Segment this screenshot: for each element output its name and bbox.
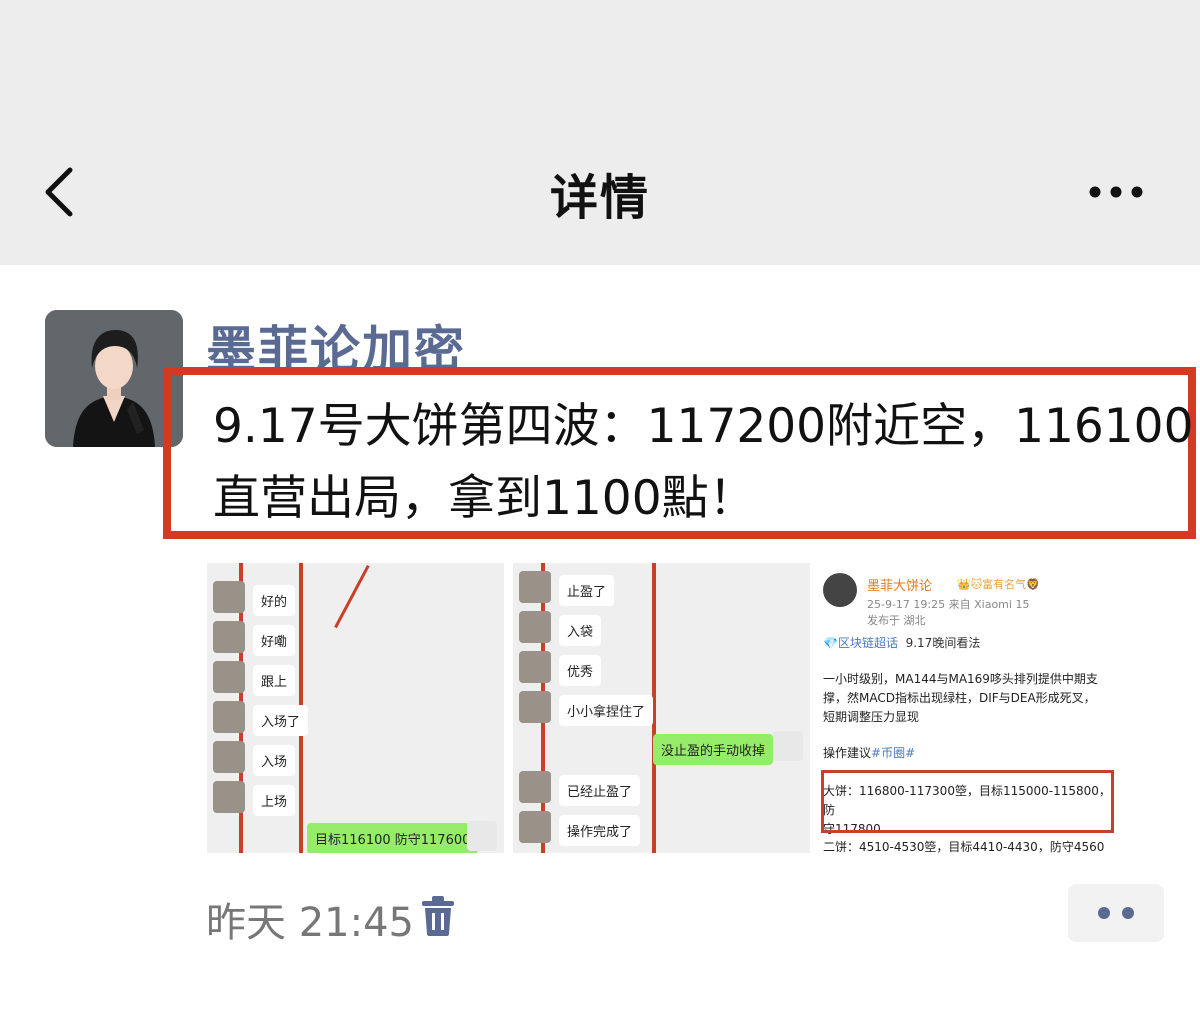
- dot-icon: [1122, 907, 1134, 919]
- chat-message: 入袋: [559, 615, 602, 646]
- chat-message: 入场了: [253, 705, 309, 736]
- weibo-username: 墨菲大饼论: [867, 579, 933, 594]
- chat-message: 止盈了: [559, 575, 615, 606]
- chat-message: 跟上: [253, 665, 296, 696]
- page-title: 详情: [549, 170, 650, 226]
- weibo-advice-label: 操作建议: [823, 746, 872, 760]
- chat-self-avatar: [773, 731, 803, 761]
- dot-icon: [1098, 907, 1110, 919]
- chat-message: 上场: [253, 785, 296, 816]
- weibo-topic: 💎区块链超话 9.17晚间看法: [823, 634, 980, 651]
- chat-message: 入场: [253, 745, 296, 776]
- chat-message: 小小拿捏住了: [559, 695, 654, 726]
- trash-icon[interactable]: [420, 896, 456, 936]
- weibo-meta: 25-9-17 19:25 来自 Xiaomi 15: [867, 598, 1030, 611]
- post-image-weibo[interactable]: 墨菲大饼论 👑🐱富有名气🦁 25-9-17 19:25 来自 Xiaomi 15…: [817, 563, 1117, 853]
- post-timestamp: 昨天 21:45: [206, 900, 414, 946]
- post-text-highlight-box: 9.17号大饼第四波：117200附近空，116100 直营出局，拿到1100點…: [163, 367, 1196, 539]
- weibo-text-line: 撑，然MACD指标出现绿柱，DIF与DEA形成死叉，: [823, 691, 1096, 705]
- chat-avatar: [213, 701, 245, 733]
- weibo-location: 发布于 湖北: [867, 614, 926, 627]
- weibo-advice: 操作建议#币圈#: [823, 744, 1115, 763]
- weibo-avatar: [823, 573, 857, 607]
- chat-avatar: [519, 771, 551, 803]
- chat-avatar: [213, 741, 245, 773]
- chat-avatar: [519, 691, 551, 723]
- chat-avatar: [213, 781, 245, 813]
- chat-message: 已经止盈了: [559, 775, 641, 806]
- post-text-line: 9.17号大饼第四波：117200附近空，116100: [213, 399, 1194, 454]
- chat-avatar: [213, 661, 245, 693]
- chat-message: 好的: [253, 585, 296, 616]
- chat-message: 优秀: [559, 655, 602, 686]
- chat-avatar: [519, 811, 551, 843]
- weibo-eth-plan: 二饼：4510-4530箜，目标4410-4430，防守4560: [823, 840, 1105, 853]
- post-image-chat-1[interactable]: 好的 好嘞 跟上 入场了 入场 上场 目标116100 防守117600: [207, 563, 504, 853]
- post-text: 9.17号大饼第四波：117200附近空，116100 直营出局，拿到1100點…: [213, 391, 1200, 535]
- red-highlight-box: [821, 770, 1114, 833]
- chat-message: 好嘞: [253, 625, 296, 656]
- weibo-topic-text: 9.17晚间看法: [905, 636, 981, 650]
- chat-message: 操作完成了: [559, 815, 641, 846]
- weibo-badges: 👑🐱富有名气🦁: [957, 578, 1040, 591]
- weibo-topic-link: 💎区块链超话: [823, 636, 898, 650]
- chat-avatar: [519, 611, 551, 643]
- weibo-text-line: 短期调整压力显现: [823, 710, 920, 724]
- weibo-advice-tag: #币圈#: [871, 746, 916, 760]
- top-bar: 详情: [0, 0, 1200, 265]
- chat-message-outgoing: 没止盈的手动收掉: [653, 734, 774, 765]
- more-options-icon[interactable]: [1082, 172, 1152, 212]
- weibo-text-line: 一小时级别，MA144与MA169哆头排列提供中期支: [823, 672, 1098, 686]
- weibo-paragraph: 一小时级别，MA144与MA169哆头排列提供中期支 撑，然MACD指标出现绿柱…: [823, 670, 1115, 727]
- red-annotation-stroke: [334, 565, 370, 629]
- chat-avatar: [519, 571, 551, 603]
- chat-avatar: [213, 621, 245, 653]
- post-image-chat-2[interactable]: 止盈了 入袋 优秀 小小拿捏住了 没止盈的手动收掉 已经止盈了 操作完成了: [513, 563, 810, 853]
- chat-self-avatar: [467, 821, 497, 851]
- comment-like-button[interactable]: [1068, 884, 1164, 942]
- chat-avatar: [519, 651, 551, 683]
- post-text-line: 直营出局，拿到1100點！: [213, 471, 756, 526]
- chat-message-outgoing: 目标116100 防守117600: [307, 823, 479, 853]
- chat-avatar: [213, 581, 245, 613]
